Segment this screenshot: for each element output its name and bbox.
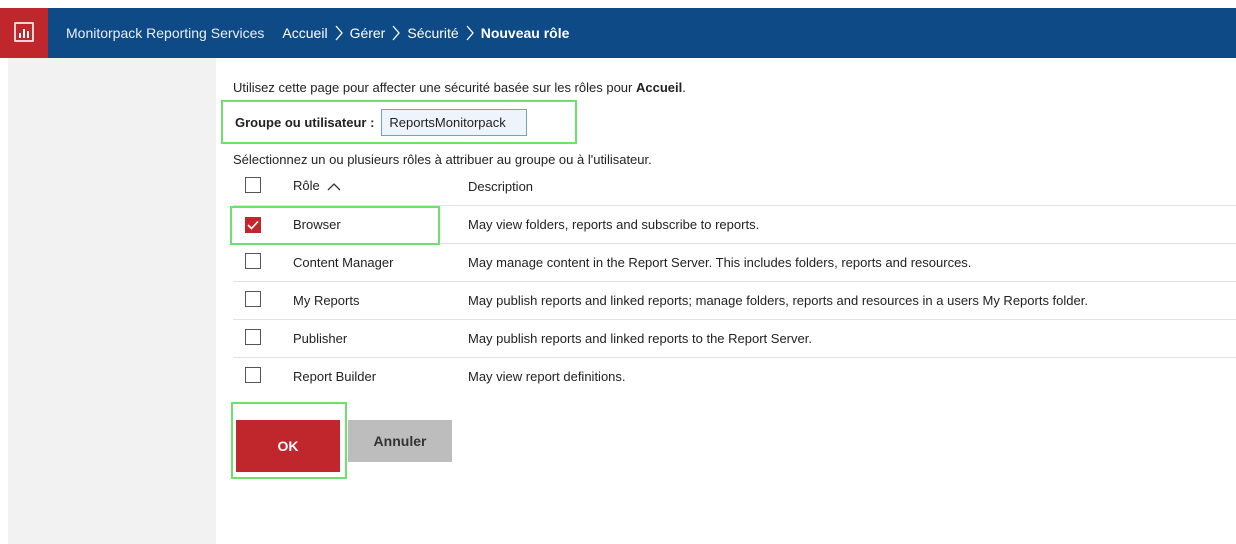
top-bar: Monitorpack Reporting Services Accueil G… <box>0 8 1236 58</box>
checkmark-icon <box>247 220 259 230</box>
app-logo[interactable] <box>0 8 48 58</box>
chevron-up-icon <box>327 180 341 195</box>
role-name: Report Builder <box>293 369 377 384</box>
table-header-row: Rôle Description <box>233 168 1236 206</box>
table-row: Report Builder May view report definitio… <box>233 358 1236 396</box>
group-user-input[interactable] <box>381 108 528 136</box>
sidebar <box>8 58 216 544</box>
group-user-label: Groupe ou utilisateur : <box>235 114 375 130</box>
table-row: Browser May view folders, reports and su… <box>233 206 1236 244</box>
roles-table: Rôle Description Browser May view folder… <box>233 168 1236 395</box>
chevron-right-icon <box>465 25 475 41</box>
report-chart-icon <box>14 21 34 45</box>
table-row: My Reports May publish reports and linke… <box>233 282 1236 320</box>
role-name: My Reports <box>293 293 360 308</box>
role-name: Browser <box>293 217 341 232</box>
role-header-label: Rôle <box>293 178 320 194</box>
select-all-cell <box>233 168 293 206</box>
chevron-right-icon <box>391 25 401 41</box>
select-all-checkbox[interactable] <box>245 177 261 193</box>
breadcrumb-item-securite[interactable]: Sécurité <box>407 25 458 41</box>
breadcrumb-item-gerer[interactable]: Gérer <box>350 25 386 41</box>
role-description: May view folders, reports and subscribe … <box>468 217 760 232</box>
role-name: Content Manager <box>293 255 394 270</box>
select-roles-text: Sélectionnez un ou plusieurs rôles à att… <box>233 152 652 167</box>
breadcrumb-item-accueil[interactable]: Accueil <box>282 25 327 41</box>
role-checkbox-publisher[interactable] <box>245 329 261 345</box>
ok-button[interactable]: OK <box>236 420 340 472</box>
role-description: May publish reports and linked reports t… <box>468 331 812 346</box>
app-title[interactable]: Monitorpack Reporting Services <box>66 25 264 41</box>
cancel-button[interactable]: Annuler <box>348 420 452 462</box>
role-name: Publisher <box>293 331 348 346</box>
role-checkbox-content-manager[interactable] <box>245 253 261 269</box>
role-header[interactable]: Rôle <box>293 168 468 206</box>
chevron-right-icon <box>334 25 344 41</box>
role-description: May manage content in the Report Server.… <box>468 255 972 270</box>
intro-text: Utilisez cette page pour affecter une sé… <box>233 80 686 95</box>
breadcrumb: Accueil Gérer Sécurité Nouveau rôle <box>282 25 569 41</box>
group-user-row: Groupe ou utilisateur : <box>221 100 577 144</box>
role-checkbox-browser[interactable] <box>245 216 261 233</box>
breadcrumb-current: Nouveau rôle <box>480 25 570 41</box>
intro-sentence: Utilisez cette page pour affecter une sé… <box>233 80 636 95</box>
intro-end: . <box>682 80 686 95</box>
intro-item: Accueil <box>635 80 683 95</box>
description-header: Description <box>468 179 534 194</box>
table-row: Content Manager May manage content in th… <box>233 244 1236 282</box>
table-row: Publisher May publish reports and linked… <box>233 320 1236 358</box>
role-description: May view report definitions. <box>468 369 626 384</box>
role-description: May publish reports and linked reports; … <box>468 293 1088 308</box>
role-checkbox-my-reports[interactable] <box>245 291 261 307</box>
role-checkbox-report-builder[interactable] <box>245 367 261 383</box>
